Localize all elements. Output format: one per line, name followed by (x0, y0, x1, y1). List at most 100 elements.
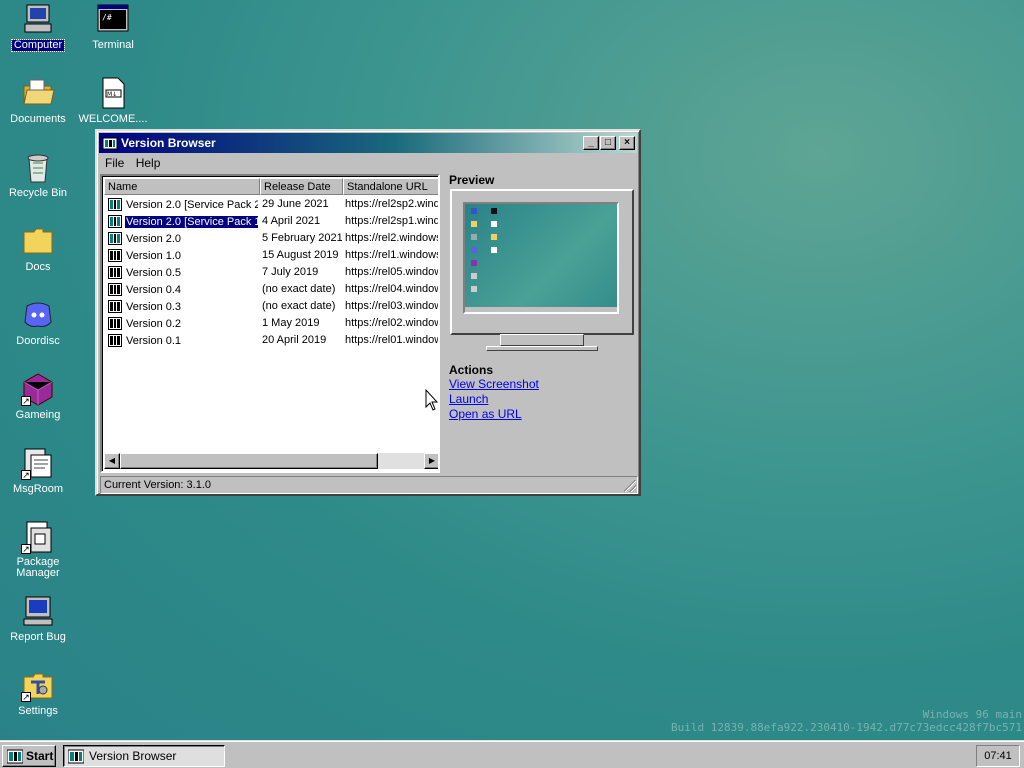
row-name-cell: Version 2.0 (108, 232, 258, 245)
view-screenshot-link[interactable]: View Screenshot (449, 377, 539, 392)
row-standalone-url: https://rel05.windows96.net (345, 266, 440, 278)
settings-icon: ↗ (21, 668, 55, 702)
desktop-icon-folder[interactable]: Docs (1, 224, 75, 273)
win96-version-icon (108, 215, 125, 228)
computer-icon (21, 2, 55, 36)
version-list[interactable]: Name Release Date Standalone URL Version… (100, 174, 440, 473)
row-standalone-url: https://rel2.windows96.net (345, 232, 438, 244)
row-name-cell: Version 0.4 (108, 283, 258, 296)
window-title: Version Browser (121, 136, 216, 150)
window-titlebar[interactable]: Version Browser _ □ × (99, 133, 637, 153)
mini-terminal-icon (491, 208, 497, 214)
legacy-version-icon (108, 300, 125, 313)
preview-title: Preview (449, 173, 495, 187)
mini-game-icon (471, 260, 477, 266)
report-bug-icon (21, 594, 55, 628)
watermark-line-1: Windows 96 main (922, 708, 1022, 721)
mini-folder-icon (471, 221, 477, 227)
taskbar-button-version-browser[interactable]: Version Browser (63, 745, 225, 767)
taskbar: Start Version Browser 07:41 (0, 740, 1024, 768)
table-row[interactable]: Version 0.1 20 April 2019 https://rel01.wi… (104, 332, 438, 349)
row-release-date: (no exact date) (262, 283, 336, 295)
arrow-right-icon: ▶ (428, 456, 436, 465)
desktop-icon-folder-open[interactable]: Documents (1, 76, 75, 125)
desktop-icon-computer[interactable]: Computer (1, 2, 75, 52)
shortcut-arrow-icon: ↗ (21, 470, 31, 480)
row-name-cell: Version 0.2 (108, 317, 258, 330)
shortcut-arrow-icon: ↗ (21, 396, 31, 406)
desktop-icon-label: Doordisc (16, 335, 60, 347)
table-row[interactable]: Version 2.0 [Service Pack 1] 4 April 2021… (104, 213, 440, 230)
desktop-icon-chat-app[interactable]: Doordisc (1, 298, 75, 347)
mini-file-icon (491, 221, 497, 227)
resize-grip-icon[interactable] (624, 480, 636, 492)
actions-title: Actions (449, 363, 494, 377)
mini-msg-icon (471, 273, 477, 279)
horizontal-scrollbar[interactable]: ◀ ▶ (104, 453, 438, 469)
mini-taskbar (465, 307, 617, 312)
maximize-button[interactable]: □ (600, 136, 616, 150)
legacy-version-icon (108, 334, 125, 347)
desktop-icon-settings[interactable]: ↗ Settings (1, 668, 75, 717)
maximize-icon: □ (604, 137, 612, 148)
row-standalone-url: https://rel2sp1.windows96.net (345, 215, 440, 227)
status-bar: Current Version: 3.1.0 (100, 476, 638, 494)
table-row[interactable]: Version 0.3 (no exact date) https://rel03.… (104, 298, 438, 315)
row-release-date: 7 July 2019 (262, 266, 319, 278)
version-browser-window[interactable]: Version Browser _ □ × File Help Name Rel… (95, 129, 641, 496)
package-manager-icon: ↗ (21, 520, 55, 554)
desktop-icon-label: Documents (10, 113, 66, 125)
row-name-cell: Version 2.0 [Service Pack 2] (108, 198, 258, 211)
arrow-left-icon: ◀ (108, 456, 116, 465)
close-button[interactable]: × (619, 136, 635, 150)
desktop-icon-package-manager[interactable]: ↗ Package Manager (1, 520, 75, 579)
folder-open-icon (21, 76, 55, 110)
open-as-url-link[interactable]: Open as URL (449, 407, 539, 422)
row-name: Version 0.3 (126, 301, 182, 313)
desktop-icon-terminal[interactable]: /# Terminal (76, 2, 150, 51)
table-row[interactable]: Version 1.0 15 August 2019 https://rel1.wi… (104, 247, 438, 264)
column-header-release-date[interactable]: Release Date (260, 178, 343, 195)
table-row[interactable]: Version 2.0 [Service Pack 2] 29 June 2021… (104, 196, 438, 213)
table-row[interactable]: Version 2.0 5 February 2021 https://rel2.w… (104, 230, 438, 247)
row-release-date: 1 May 2019 (262, 317, 320, 329)
row-name: Version 0.1 (126, 335, 182, 347)
scroll-thumb[interactable] (120, 453, 378, 469)
desktop-icon-label: Settings (18, 705, 58, 717)
monitor-icon (450, 189, 634, 335)
legacy-version-icon (108, 283, 125, 296)
desktop-icon-recycle-bin[interactable]: Recycle Bin (1, 150, 75, 199)
row-name: Version 1.0 (126, 250, 182, 262)
launch-link[interactable]: Launch (449, 392, 539, 407)
terminal-icon: /# (96, 2, 130, 36)
column-header-name[interactable]: Name (104, 178, 260, 195)
desktop-icon-label: Recycle Bin (8, 187, 68, 199)
table-row[interactable]: Version 0.4 (no exact date) https://rel04.… (104, 281, 438, 298)
menu-help[interactable]: Help (132, 155, 165, 171)
column-header-standalone-url[interactable]: Standalone URL (343, 178, 438, 195)
row-standalone-url: https://rel02.windows96.net (345, 317, 440, 329)
menu-file[interactable]: File (101, 155, 128, 171)
row-release-date: 15 August 2019 (262, 249, 339, 261)
desktop-icon-markdown-file[interactable]: M↓ WELCOME.... (76, 76, 150, 125)
table-row[interactable]: Version 0.2 1 May 2019 https://rel02.windo… (104, 315, 440, 332)
start-button[interactable]: Start (2, 745, 56, 767)
row-release-date: 5 February 2021 (262, 232, 342, 244)
desktop-icon-msgroom[interactable]: ↗ MsgRoom (1, 446, 75, 495)
taskbar-clock[interactable]: 07:41 (976, 745, 1020, 767)
row-name: Version 2.0 [Service Pack 1] (124, 215, 258, 228)
monitor-preview (450, 189, 634, 351)
watermark-line-2: Build 12839.88efa922.230410-1942.d77c73e… (671, 721, 1022, 734)
scroll-right-button[interactable]: ▶ (424, 453, 438, 469)
row-name-cell: Version 0.5 (108, 266, 258, 279)
desktop-icon-cube-game[interactable]: ↗ Gameing (1, 372, 75, 421)
current-version-text: Current Version: 3.1.0 (104, 479, 212, 491)
minimize-button[interactable]: _ (583, 136, 599, 150)
row-name: Version 0.2 (126, 318, 182, 330)
recycle-bin-icon (21, 150, 55, 184)
desktop-icon-report-bug[interactable]: Report Bug (1, 594, 75, 643)
build-watermark: Windows 96 main Build 12839.88efa922.230… (671, 708, 1022, 734)
row-name: Version 0.4 (126, 284, 182, 296)
table-row[interactable]: Version 0.5 7 July 2019 https://rel05.wind… (104, 264, 440, 281)
scroll-left-button[interactable]: ◀ (104, 453, 120, 469)
